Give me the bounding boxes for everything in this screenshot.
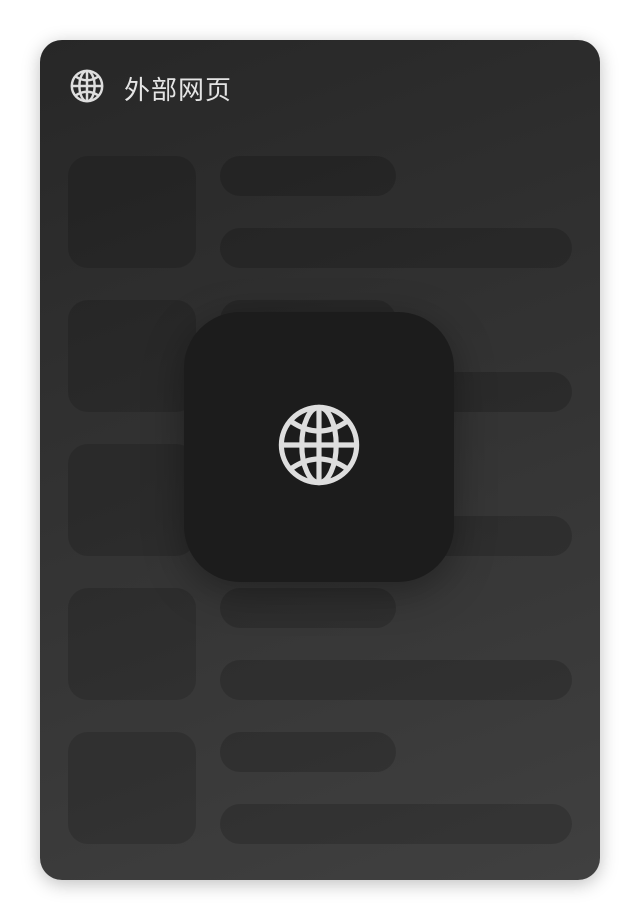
- skeleton-text-bar: [220, 228, 572, 268]
- globe-icon: [276, 402, 362, 492]
- skeleton-title-bar: [220, 156, 396, 196]
- skeleton-thumbnail: [68, 732, 196, 844]
- globe-icon: [68, 67, 106, 109]
- skeleton-text-bar: [220, 660, 572, 700]
- skeleton-title-bar: [220, 588, 396, 628]
- skeleton-thumbnail: [68, 300, 196, 412]
- loading-overlay: [184, 312, 454, 582]
- page-title: 外部网页: [124, 75, 233, 106]
- skeleton-title-bar: [220, 732, 396, 772]
- header: 外部网页: [68, 68, 232, 108]
- skeleton-text-bar: [220, 804, 572, 844]
- external-webpage-card: 外部网页: [40, 40, 600, 880]
- skeleton-thumbnail: [68, 588, 196, 700]
- skeleton-thumbnail: [68, 156, 196, 268]
- skeleton-thumbnail: [68, 444, 196, 556]
